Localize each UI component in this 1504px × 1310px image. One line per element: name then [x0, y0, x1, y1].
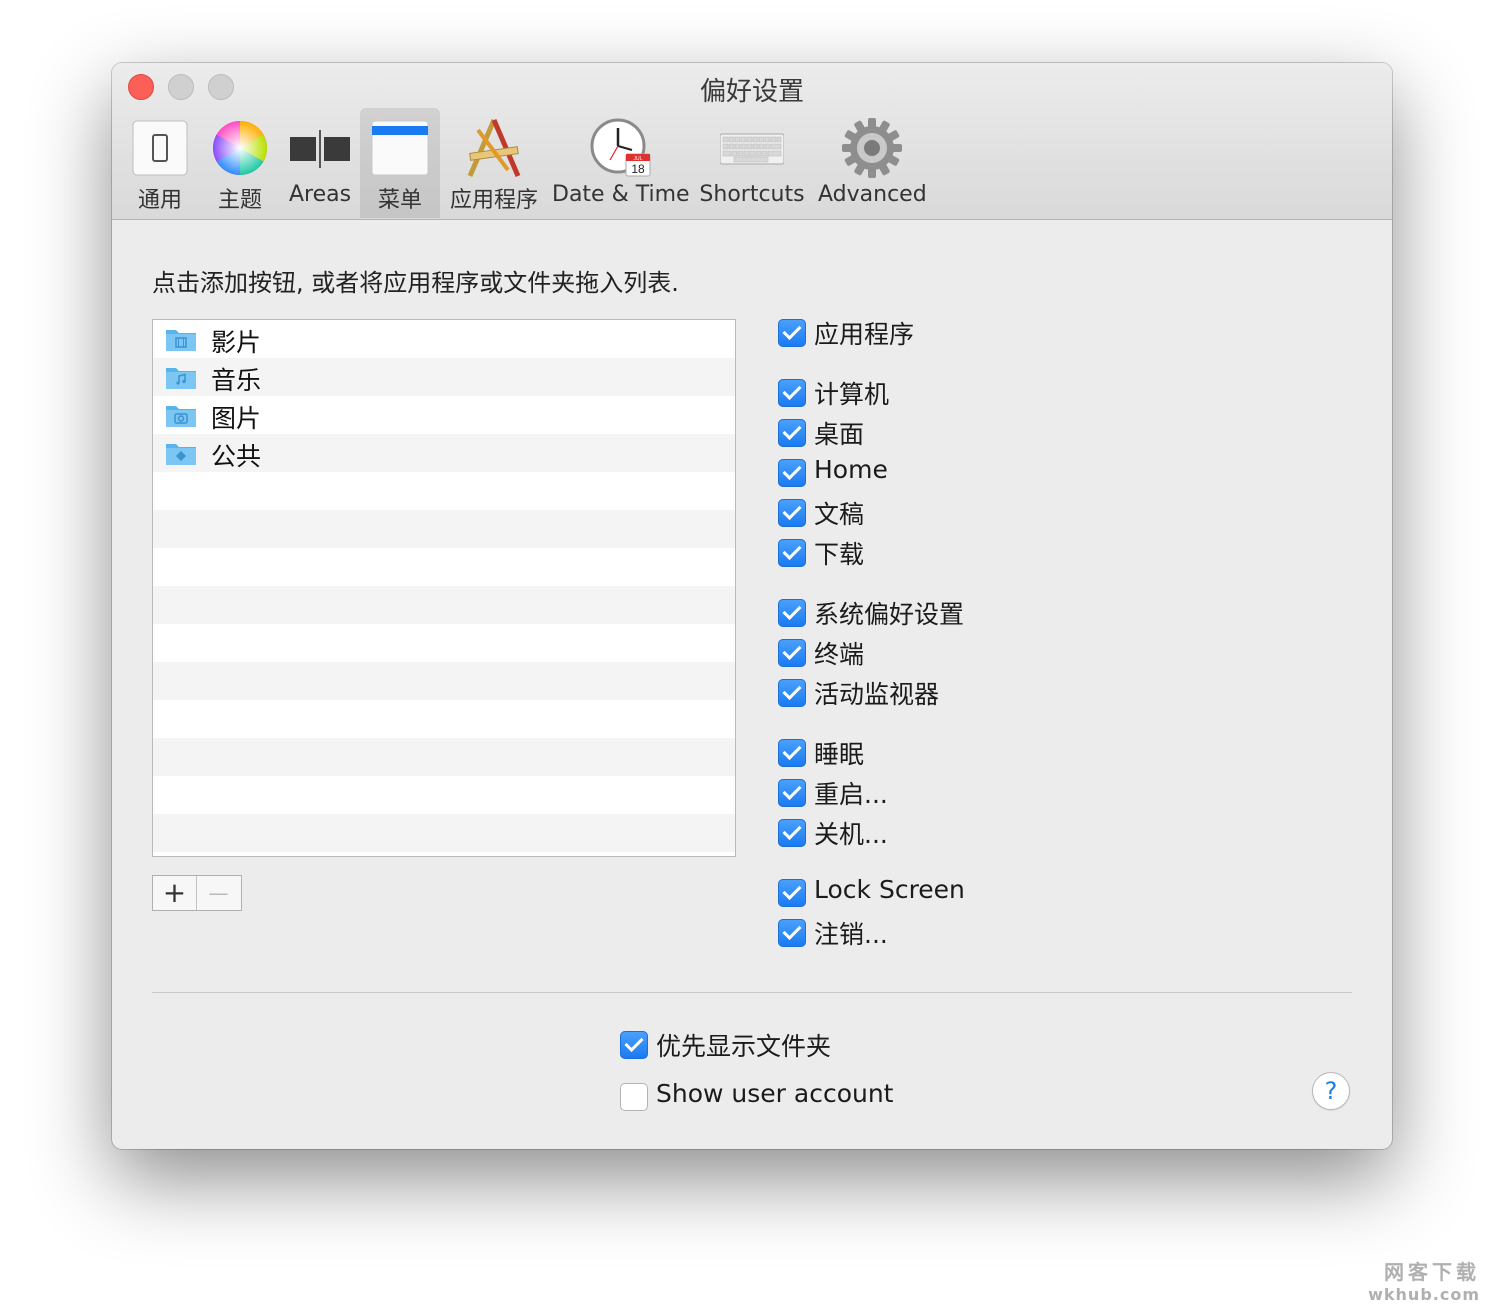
empty-row [153, 472, 735, 510]
tab-areas[interactable]: Areas [284, 108, 356, 218]
titlebar: 偏好设置 通用 主题 Areas 菜单 应用程序 JUL 18 Date & T… [112, 63, 1392, 220]
checkbox-label: 终端 [814, 640, 865, 669]
tab-date-time[interactable]: JUL 18 Date & Time [552, 108, 690, 218]
movies-folder-icon [166, 330, 196, 351]
empty-row [153, 548, 735, 586]
checkbox-label: 桌面 [814, 420, 865, 449]
checkbox[interactable] [778, 419, 806, 447]
tab-theme[interactable]: 主题 [210, 108, 270, 218]
list-item[interactable]: 音乐 [153, 358, 735, 396]
checkbox-label: 睡眠 [814, 740, 865, 769]
tab-label: Areas [288, 182, 352, 207]
empty-row [153, 776, 735, 814]
add-button[interactable]: + [153, 876, 197, 910]
tab-label: Date & Time [552, 182, 690, 207]
tab-label: Advanced [818, 182, 927, 207]
checkbox[interactable] [620, 1083, 648, 1111]
color-wheel-icon [212, 120, 268, 175]
list-item[interactable]: 公共 [153, 434, 735, 472]
window-title: 偏好设置 [699, 77, 804, 107]
checkbox-label: 系统偏好设置 [814, 600, 965, 629]
tab-general[interactable]: 通用 [130, 108, 190, 218]
checkbox[interactable] [778, 459, 806, 487]
tab-advanced[interactable]: Advanced [818, 108, 927, 218]
tab-label: 通用 [137, 188, 182, 213]
checkbox-label: 注销... [814, 920, 888, 949]
remove-button[interactable]: — [197, 876, 240, 910]
plus-icon: + [162, 876, 187, 909]
tab-label: 菜单 [377, 188, 422, 213]
checkbox-label: 关机... [814, 820, 888, 849]
public-folder-icon [166, 444, 196, 465]
checkbox-label: 活动监视器 [814, 680, 940, 709]
applications-icon [467, 119, 521, 177]
checkbox[interactable] [778, 379, 806, 407]
watermark-line1: 网客下载 [1384, 1260, 1480, 1284]
checkbox[interactable] [778, 319, 806, 347]
checkbox-label: Show user account [656, 1079, 894, 1108]
list-item-name: 图片 [211, 404, 262, 433]
checkbox[interactable] [778, 779, 806, 807]
empty-row [153, 852, 735, 856]
checkbox-label: 计算机 [814, 380, 890, 409]
checkbox-label: Lock Screen [814, 875, 965, 904]
list-item[interactable]: 影片 [153, 320, 735, 358]
watermark: 网客下载 wkhub.com [1368, 1256, 1480, 1304]
checkbox[interactable] [778, 639, 806, 667]
areas-icon [290, 130, 350, 168]
list-buttons: + — [152, 875, 242, 911]
empty-row [153, 624, 735, 662]
checkbox[interactable] [778, 539, 806, 567]
checkbox[interactable] [778, 879, 806, 907]
list-item-name: 公共 [211, 442, 262, 471]
tab-label: 主题 [217, 188, 262, 213]
list-item-name: 音乐 [211, 366, 262, 395]
music-folder-icon [166, 368, 196, 389]
checkbox-label: 下载 [814, 540, 865, 569]
folder-list[interactable]: 影片 音乐 图片 公共 [152, 319, 736, 857]
checkbox-label: Home [814, 455, 888, 484]
checkbox[interactable] [778, 499, 806, 527]
empty-row [153, 662, 735, 700]
pictures-folder-icon [166, 406, 196, 427]
watermark-line2: wkhub.com [1368, 1285, 1480, 1304]
checkbox[interactable] [778, 819, 806, 847]
checkbox[interactable] [620, 1031, 648, 1059]
gear-icon [842, 118, 902, 178]
empty-row [153, 586, 735, 624]
help-button[interactable]: ? [1312, 1072, 1350, 1110]
clock-icon: JUL 18 [590, 118, 651, 177]
checkbox-label: 文稿 [814, 500, 865, 529]
tab-shortcuts[interactable]: Shortcuts [696, 108, 808, 218]
divider [152, 992, 1352, 993]
clock-date-day: 18 [631, 162, 645, 176]
checkbox-label: 应用程序 [814, 320, 915, 349]
menu-icon [371, 120, 429, 176]
general-icon [132, 120, 188, 176]
checkbox[interactable] [778, 739, 806, 767]
keyboard-icon [720, 133, 784, 165]
empty-row [153, 510, 735, 548]
list-item[interactable]: 图片 [153, 396, 735, 434]
empty-row [153, 700, 735, 738]
minus-icon: — [208, 881, 229, 905]
checkbox-label: 优先显示文件夹 [656, 1032, 832, 1061]
empty-row [153, 738, 735, 776]
tab-label: 应用程序 [449, 188, 538, 213]
list-item-name: 影片 [211, 328, 262, 357]
tab-label: Shortcuts [699, 182, 805, 207]
preferences-window: 偏好设置 通用 主题 Areas 菜单 应用程序 JUL 18 Date & T… [112, 63, 1392, 1149]
checkbox[interactable] [778, 599, 806, 627]
checkbox-label: 重启... [814, 780, 888, 809]
empty-row [153, 814, 735, 852]
tab-applications[interactable]: 应用程序 [446, 108, 542, 218]
checkbox[interactable] [778, 679, 806, 707]
tab-menu[interactable]: 菜单 [360, 108, 440, 218]
instruction-text: 点击添加按钮, 或者将应用程序或文件夹拖入列表. [152, 269, 679, 297]
checkbox[interactable] [778, 919, 806, 947]
